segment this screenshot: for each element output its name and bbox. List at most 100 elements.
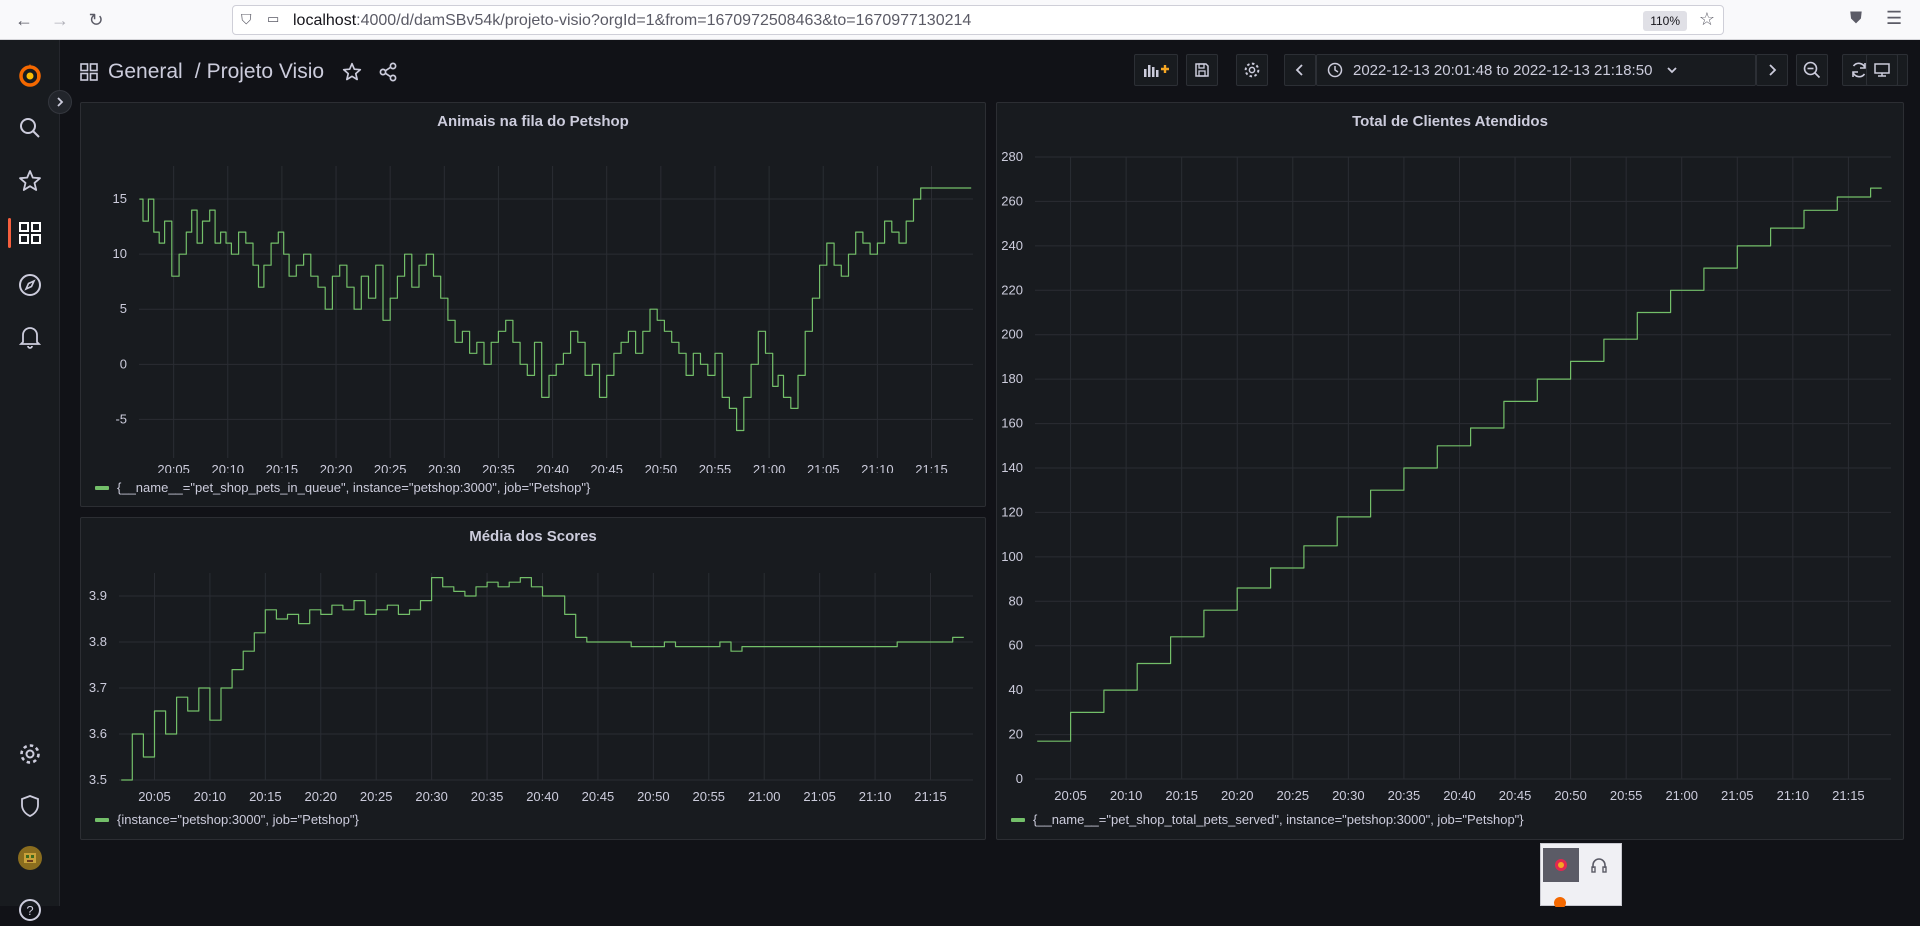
menu-icon[interactable]: ☰ <box>1886 8 1902 29</box>
chart-total-clients: 2802602402202001801601401201008060402002… <box>1001 149 1891 803</box>
chevron-right-icon <box>1769 64 1777 76</box>
y-tick-label: 40 <box>1009 682 1023 697</box>
x-tick-label: 20:45 <box>582 789 615 804</box>
bookmark-star-icon[interactable]: ☆ <box>1699 9 1715 30</box>
y-tick-label: 15 <box>113 191 127 206</box>
help-icon[interactable]: ? <box>14 894 46 926</box>
dashboards-icon[interactable] <box>14 217 46 249</box>
explore-icon[interactable] <box>14 269 46 301</box>
y-tick-label: 180 <box>1001 371 1023 386</box>
legend-item[interactable]: {__name__="pet_shop_pets_in_queue", inst… <box>95 480 590 495</box>
y-tick-label: 100 <box>1001 549 1023 564</box>
y-tick-label: 0 <box>1016 771 1023 786</box>
y-tick-label: 260 <box>1001 193 1023 208</box>
x-tick-label: 20:55 <box>699 462 732 473</box>
x-tick-label: 20:40 <box>526 789 559 804</box>
x-tick-label: 20:15 <box>249 789 282 804</box>
x-tick-label: 21:05 <box>807 462 840 473</box>
shield-icon[interactable]: ⛉ <box>241 11 252 28</box>
x-tick-label: 21:05 <box>803 789 836 804</box>
x-tick-label: 20:20 <box>320 462 353 473</box>
page-title[interactable]: Projeto Visio <box>207 60 325 84</box>
y-tick-label: 3.8 <box>89 634 107 649</box>
page-icon[interactable]: ▭ <box>267 11 279 27</box>
legend-item[interactable]: {instance="petshop:3000", job="Petshop"} <box>95 812 359 827</box>
legend-label: {instance="petshop:3000", job="Petshop"} <box>117 812 359 827</box>
y-tick-label: 140 <box>1001 460 1023 475</box>
url-bar[interactable]: ⛉ ▭ localhost:4000/d/damSBv54k/projeto-v… <box>232 5 1724 35</box>
save-dashboard-button[interactable] <box>1186 54 1218 86</box>
x-tick-label: 20:20 <box>1221 788 1254 803</box>
pocket-icon[interactable]: ⛊ <box>1850 10 1862 28</box>
legend-swatch <box>1011 817 1025 822</box>
y-tick-label: 3.6 <box>89 726 107 741</box>
x-tick-label: 20:35 <box>1388 788 1421 803</box>
zoom-indicator[interactable]: 110% <box>1643 11 1687 31</box>
chevron-right-icon <box>57 97 64 107</box>
gear-icon <box>1244 62 1260 78</box>
dashboards-icon <box>80 63 98 81</box>
x-tick-label: 20:05 <box>138 789 171 804</box>
monitor-icon <box>1874 63 1890 77</box>
y-tick-label: 5 <box>120 301 127 316</box>
zoom-out-button[interactable] <box>1796 54 1828 86</box>
breadcrumb-folder[interactable]: General <box>108 60 183 84</box>
share-icon[interactable] <box>378 62 398 82</box>
configuration-icon[interactable] <box>14 738 46 770</box>
forward-icon[interactable]: → <box>48 8 72 32</box>
grafana-logo-icon[interactable] <box>14 60 46 92</box>
x-tick-label: 21:00 <box>753 462 786 473</box>
y-tick-label: 200 <box>1001 327 1023 342</box>
x-tick-label: 21:00 <box>1665 788 1698 803</box>
x-tick-label: 20:35 <box>482 462 515 473</box>
url-path: :4000/d/damSBv54k/projeto-visio?orgId=1&… <box>356 12 972 29</box>
x-tick-label: 20:20 <box>304 789 337 804</box>
legend-item[interactable]: {__name__="pet_shop_total_pets_served", … <box>1011 812 1524 827</box>
time-range-picker[interactable]: 2022-12-13 20:01:48 to 2022-12-13 21:18:… <box>1316 54 1756 86</box>
reload-icon[interactable]: ↻ <box>84 8 108 32</box>
panel-total-clients[interactable]: Total de Clientes Atendidos 280 260 240 220… <box>996 102 1904 840</box>
panel-pets-in-queue[interactable]: Animais na fila do Petshop 15 10 5 0 -5 20:05… <box>80 102 986 507</box>
sidebar-expand-button[interactable] <box>48 90 72 114</box>
add-panel-button[interactable] <box>1134 54 1178 86</box>
x-tick-label: 20:30 <box>428 462 461 473</box>
search-icon[interactable] <box>14 112 46 144</box>
dashboard-settings-button[interactable] <box>1236 54 1268 86</box>
url-host: localhost <box>293 12 357 29</box>
x-tick-label: 20:50 <box>637 789 670 804</box>
browser-toolbar: ← → ↻ ⛉ ▭ localhost:4000/d/damSBv54k/pro… <box>0 0 1920 40</box>
time-range-label: 2022-12-13 20:01:48 to 2022-12-13 21:18:… <box>1353 61 1653 79</box>
x-tick-label: 20:10 <box>1110 788 1143 803</box>
x-tick-label: 20:25 <box>360 789 393 804</box>
alerting-icon[interactable] <box>14 321 46 353</box>
legend-swatch <box>95 817 109 822</box>
x-tick-label: 21:10 <box>859 789 892 804</box>
x-tick-label: 20:25 <box>1277 788 1310 803</box>
time-shift-back-button[interactable] <box>1284 54 1316 86</box>
x-tick-label: 20:55 <box>693 789 726 804</box>
y-tick-label: 20 <box>1009 727 1023 742</box>
extension-button[interactable] <box>1585 852 1613 878</box>
x-tick-label: 20:35 <box>471 789 504 804</box>
y-tick-label: 240 <box>1001 238 1023 253</box>
x-tick-label: 20:45 <box>1499 788 1532 803</box>
star-icon[interactable] <box>14 165 46 197</box>
time-shift-forward-button[interactable] <box>1756 54 1788 86</box>
active-marker <box>8 218 11 248</box>
shield-icon[interactable] <box>14 790 46 822</box>
y-tick-label: 60 <box>1009 638 1023 653</box>
favorite-star-icon[interactable] <box>342 62 362 82</box>
avatar[interactable] <box>14 842 46 874</box>
extension-icon <box>1553 896 1567 907</box>
x-tick-label: 21:10 <box>861 462 894 473</box>
chart-average-scores: 3.9 3.8 3.7 3.6 3.5 20:05 20:10 20:15 20:20 20:25… <box>89 573 973 804</box>
back-icon[interactable]: ← <box>12 8 36 32</box>
extension-button-active[interactable] <box>1543 848 1579 882</box>
tv-mode-button[interactable] <box>1866 54 1898 86</box>
extension-popup <box>1540 843 1622 907</box>
x-tick-label: 20:15 <box>266 462 299 473</box>
y-tick-label: 3.7 <box>89 680 107 695</box>
panel-average-scores[interactable]: Média dos Scores 3.9 3.8 3.7 3.6 3.5 20:05 20:… <box>80 517 986 840</box>
y-tick-label: 120 <box>1001 504 1023 519</box>
x-tick-label: 20:05 <box>1054 788 1087 803</box>
